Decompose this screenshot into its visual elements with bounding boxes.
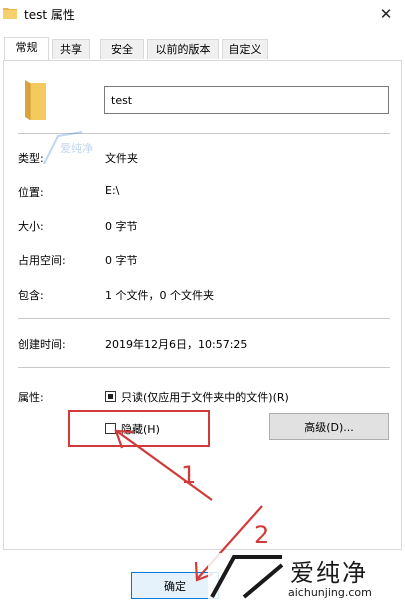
tab-customize[interactable]: 自定义	[222, 39, 268, 59]
location-label: 位置:	[18, 186, 44, 199]
size-label: 大小:	[18, 220, 44, 233]
advanced-button[interactable]: 高级(D)...	[269, 413, 389, 440]
tab-previous-versions[interactable]: 以前的版本	[147, 39, 219, 59]
divider	[18, 367, 390, 368]
disk-size-label: 占用空间:	[18, 254, 66, 267]
size-value: 0 字节	[105, 220, 138, 233]
annotation-number-2: 2	[254, 521, 270, 549]
hidden-highlight-box	[68, 410, 210, 447]
folder-icon	[3, 8, 17, 19]
disk-size-value: 0 字节	[105, 254, 138, 267]
folder-icon	[25, 80, 46, 120]
watermark-badge-text: 爱纯净	[60, 141, 93, 155]
contains-value: 1 个文件，0 个文件夹	[105, 289, 214, 302]
divider	[18, 318, 390, 319]
tab-security[interactable]: 安全	[100, 39, 144, 59]
type-label: 类型:	[18, 152, 44, 165]
watermark-url: aichunjing.com	[288, 586, 372, 599]
folder-name-input[interactable]	[104, 86, 389, 114]
readonly-label: 只读(仅应用于文件夹中的文件)(R)	[121, 391, 289, 404]
close-button[interactable]: ✕	[375, 3, 397, 25]
annotation-number-1: 1	[181, 461, 197, 489]
type-value: 文件夹	[105, 152, 138, 165]
watermark-text: 爱纯净	[290, 559, 368, 587]
tab-general[interactable]: 常规	[4, 37, 49, 60]
contains-label: 包含:	[18, 289, 44, 302]
title-bar: test 属性 ✕	[0, 0, 405, 28]
readonly-checkbox[interactable]	[105, 391, 116, 402]
location-value: E:\	[105, 184, 120, 197]
tab-sharing[interactable]: 共享	[52, 39, 90, 59]
created-value: 2019年12月6日，10:57:25	[105, 338, 248, 351]
watermark-badge-icon: 爱纯净	[43, 131, 93, 165]
tab-strip: 常规 共享 安全 以前的版本 自定义	[4, 37, 401, 60]
created-label: 创建时间:	[18, 338, 66, 351]
attributes-label: 属性:	[18, 391, 44, 404]
window-title: test 属性	[24, 8, 75, 22]
